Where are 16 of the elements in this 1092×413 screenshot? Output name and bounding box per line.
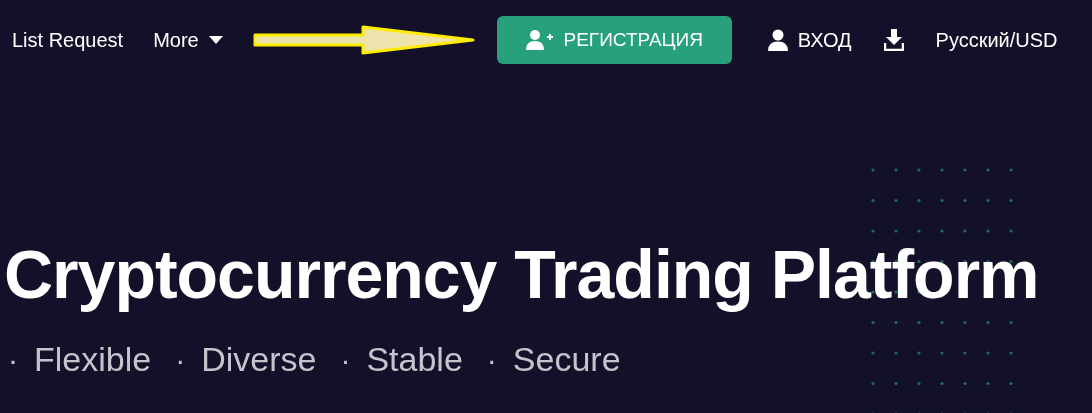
add-user-icon <box>525 29 554 51</box>
feature-label: Diverse <box>201 339 317 380</box>
bullet: · <box>486 342 497 378</box>
login-link[interactable]: ВХОД <box>767 25 852 55</box>
bullet: · <box>175 342 186 378</box>
bullet: · <box>340 342 351 378</box>
download-icon[interactable] <box>883 29 904 51</box>
user-icon <box>767 29 788 51</box>
bullet: · <box>8 342 18 378</box>
list-request-link[interactable]: List Request <box>12 25 124 55</box>
feature-label: Flexible <box>34 339 152 380</box>
caret-icon <box>208 36 223 44</box>
language-selector[interactable]: Русский/USD <box>935 25 1058 55</box>
feature-label: Secure <box>512 339 621 380</box>
feature-label: Stable <box>366 339 463 380</box>
more-menu[interactable]: More <box>153 25 223 55</box>
